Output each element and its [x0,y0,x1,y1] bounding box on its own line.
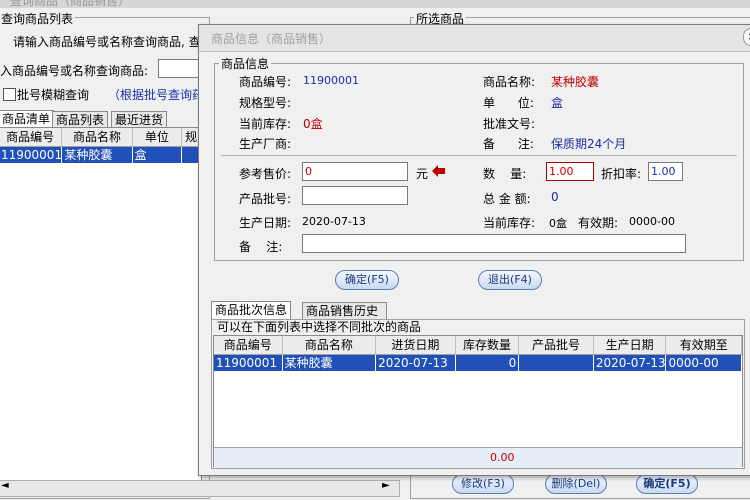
table-cell: 2020-07-13 [376,355,456,371]
tab-batch-info[interactable]: 商品批次信息 [211,301,292,319]
table-cell: 某种胶囊 [62,147,133,163]
search-input[interactable] [158,59,203,78]
modify-button[interactable]: 修改(F3) [452,474,514,494]
stock-label: 当前库存: [239,117,292,131]
tab-product-list[interactable]: 商品列表 [52,111,109,128]
prompt-text: 请输入商品编号或名称查询商品, 查 [13,35,201,49]
current-stock-label: 当前库存: [483,216,536,230]
quantity-input[interactable]: 1.00 [546,162,594,181]
arrow-left-icon [432,165,445,177]
batch-fuzzy-label: 批号模糊查询 [17,88,90,102]
table-cell: 盒 [133,147,183,163]
column-header[interactable]: 进货日期 [376,336,456,354]
search-label: 入商品编号或名称查询商品: [0,64,149,78]
table-cell: 11900001 [214,355,283,371]
code-value: 11900001 [303,74,359,87]
table-cell: 0000-00 [666,355,743,371]
column-header[interactable]: 有效期至 [666,336,743,354]
current-stock-value: 0盒 [549,217,567,230]
scroll-right-icon[interactable]: ► [382,480,390,491]
query-list-group-label: 查询商品列表 [0,10,76,27]
total-value: 0 [551,190,559,204]
expiry-label: 有效期: [578,216,619,230]
table-cell [519,355,594,371]
table-cell: 11900001 [1,147,63,163]
price-input[interactable]: 0 [302,162,408,181]
scroll-left-icon[interactable]: ◄ [1,480,9,491]
column-header[interactable]: 库存数量 [456,336,520,354]
product-info-dialog: 商品信息（商品销售） × 商品信息 商品编号: 11900001 商品名称: 某… [198,24,750,476]
batch-hint: （根据批号查询药 [108,88,205,102]
price-unit: 元 [416,167,429,181]
total-label: 总 金 额: [483,192,531,206]
table-row[interactable]: 11900001 某种胶囊 2020-07-13 0 2020-07-13 00… [214,355,743,371]
price-label: 参考售价: [239,167,292,181]
production-date-label: 生产日期: [239,216,292,230]
spec-label: 规格型号: [239,96,292,110]
background-title-bar: 查询商品（商品销售） [0,0,750,8]
exit-button[interactable]: 退出(F4) [478,270,542,290]
batch-input[interactable] [302,186,408,205]
ok-button[interactable]: 确定(F5) [335,270,399,290]
batch-grid-footer: 0.00 [214,447,742,467]
batch-grid[interactable]: 商品编号 商品名称 进货日期 库存数量 产品批号 生产日期 有效期至 11900… [213,335,743,467]
column-header[interactable]: 单位 [133,128,183,146]
discount-label: 折扣率: [601,167,642,181]
confirm-selection-button[interactable]: 确定(F5) [636,474,698,494]
batch-grid-header: 商品编号 商品名称 进货日期 库存数量 产品批号 生产日期 有效期至 [214,336,743,355]
unit-label: 单 位: [483,96,534,110]
product-grid-header: 商品编号 商品名称 单位 规 [0,128,201,147]
batch-fuzzy-checkbox[interactable] [3,88,16,101]
table-cell: 2020-07-13 [595,355,667,371]
column-header[interactable]: 商品编号 [0,128,63,146]
column-header[interactable]: 商品编号 [214,336,283,354]
column-header[interactable]: 产品批号 [519,336,594,354]
name-label: 商品名称: [483,75,536,89]
delete-button[interactable]: 删除(Del) [545,474,607,494]
dialog-title-bar[interactable]: 商品信息（商品销售） × [199,25,750,52]
horizontal-scrollbar[interactable]: ◄ ► [0,480,400,497]
tab-sales-history[interactable]: 商品销售历史 [302,302,388,319]
column-header[interactable]: 商品名称 [62,128,133,146]
background-title: 查询商品（商品销售） [10,0,131,8]
note-label: 备 注: [483,137,534,151]
remark-input[interactable] [302,234,686,253]
table-cell: 某种胶囊 [283,355,377,371]
note-value: 保质期24个月 [551,137,627,151]
quantity-label: 数 量: [483,167,527,181]
unit-value: 盒 [551,96,564,110]
column-header[interactable]: 商品名称 [283,336,377,354]
remark-label: 备 注: [239,240,283,254]
discount-input[interactable]: 1.00 [648,162,683,181]
batch-panel-label: 可以在下面列表中选择不同批次的商品 [217,320,422,334]
table-cell: 0 [456,355,520,371]
divider [221,155,737,156]
code-label: 商品编号: [239,75,292,89]
close-icon[interactable]: × [743,28,750,46]
expiry-value: 0000-00 [629,215,675,228]
dialog-title: 商品信息（商品销售） [211,32,332,46]
tab-product-inventory[interactable]: 商品清单 [0,110,55,128]
product-grid[interactable]: 商品编号 商品名称 单位 规 11900001 某种胶囊 盒 [0,127,202,481]
tab-recent-purchases[interactable]: 最近进货 [111,111,168,128]
maker-label: 生产厂商: [239,137,292,151]
stock-value: 0盒 [303,117,323,131]
footer-total: 0.00 [490,451,515,464]
table-row[interactable]: 11900001 某种胶囊 盒 [0,147,201,163]
approval-label: 批准文号: [483,117,536,131]
name-value: 某种胶囊 [551,75,600,89]
product-info-group-label: 商品信息 [219,55,272,72]
column-header[interactable]: 生产日期 [594,336,667,354]
production-date-value: 2020-07-13 [302,215,366,228]
batch-label: 产品批号: [239,192,292,206]
